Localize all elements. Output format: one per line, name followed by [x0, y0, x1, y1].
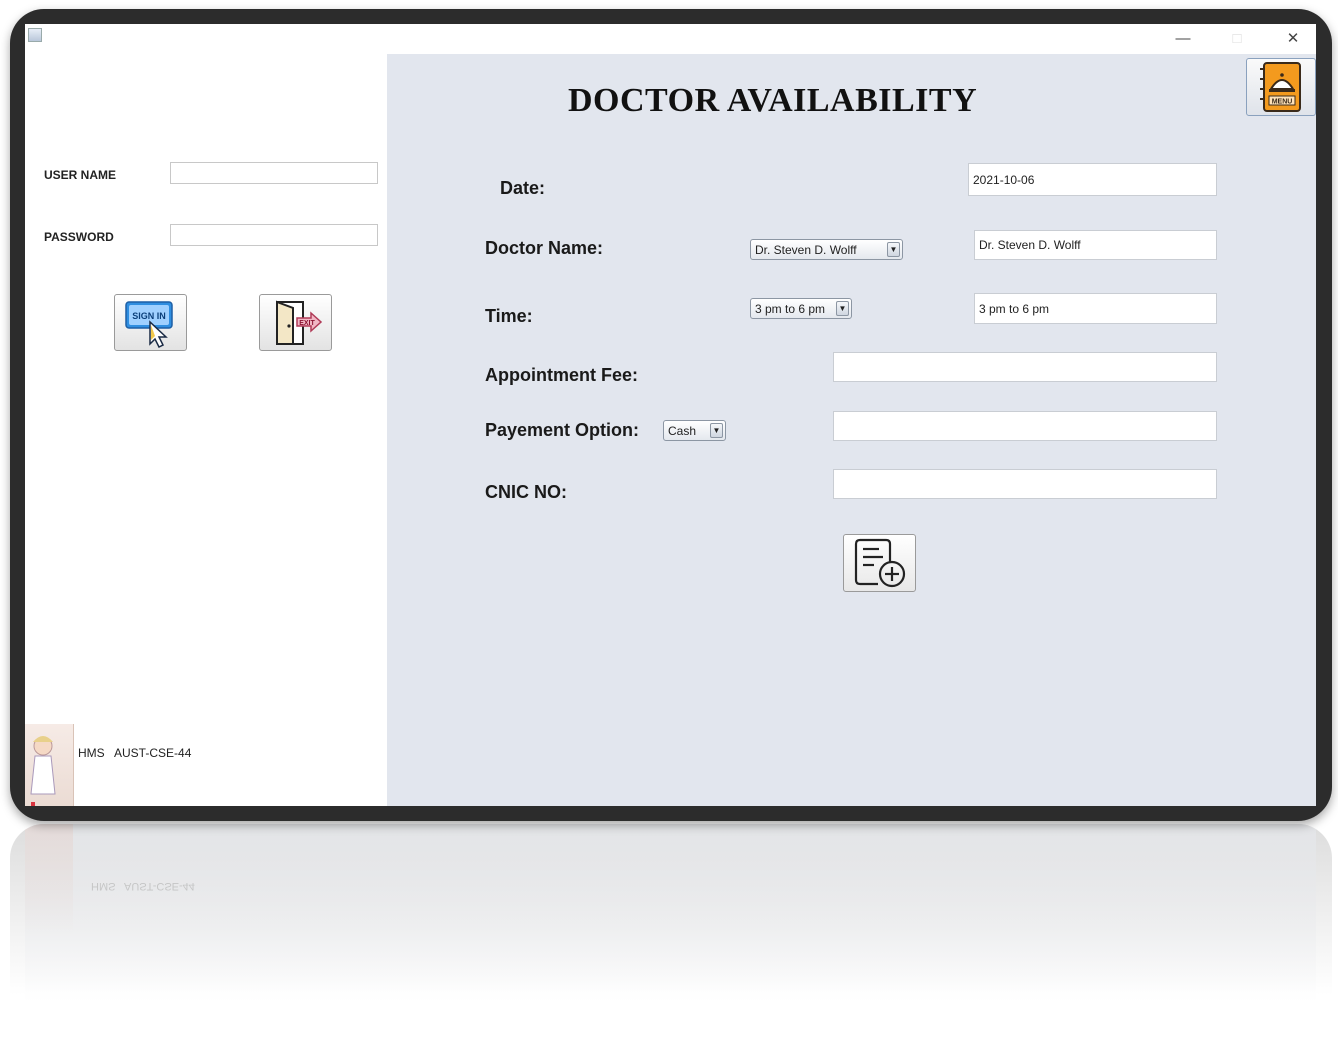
login-panel: USER NAME PASSWORD SIGN IN EXIT HMS AUST…: [25, 54, 387, 806]
close-button[interactable]: ✕: [1270, 24, 1316, 52]
minimize-button[interactable]: —: [1160, 24, 1206, 52]
reflection-screen: HMS AUST-CSE-44: [25, 824, 1316, 1024]
nurse-logo-image: [25, 724, 74, 806]
screen-reflection: HMS AUST-CSE-44: [10, 824, 1332, 1038]
doctor-name-dropdown[interactable]: Dr. Steven D. Wolff ▼: [750, 239, 903, 260]
password-label: PASSWORD: [44, 230, 114, 244]
doctor-name-field[interactable]: Dr. Steven D. Wolff: [974, 230, 1217, 260]
username-input[interactable]: [170, 162, 378, 184]
chevron-down-icon: ▼: [710, 423, 723, 438]
time-label: Time:: [485, 306, 533, 326]
time-value: 3 pm to 6 pm: [979, 301, 1050, 316]
chevron-down-icon: ▼: [836, 301, 849, 316]
add-appointment-button[interactable]: [843, 534, 916, 592]
exit-button[interactable]: EXIT: [259, 294, 332, 351]
cnic-field[interactable]: [833, 469, 1217, 499]
sign-in-button[interactable]: SIGN IN: [114, 294, 187, 351]
menu-text: MENU: [1272, 99, 1293, 106]
username-label: USER NAME: [44, 168, 117, 182]
date-field[interactable]: 2021-10-06: [968, 163, 1217, 196]
doctor-availability-panel: DOCTOR AVAILABILITY MENU Date: 2021-10-0…: [387, 54, 1316, 806]
doctor-name-value: Dr. Steven D. Wolff: [979, 238, 1081, 252]
reflection-image: [25, 824, 73, 934]
payment-option-dropdown[interactable]: Cash ▼: [663, 420, 726, 441]
doctor-name-label: Doctor Name:: [485, 238, 604, 258]
doctor-name-selected: Dr. Steven D. Wolff: [755, 242, 857, 257]
menu-button[interactable]: MENU: [1246, 58, 1316, 116]
exit-text: EXIT: [299, 320, 315, 327]
appointment-fee-field[interactable]: [833, 352, 1217, 382]
maximize-button[interactable]: □: [1214, 24, 1260, 52]
minimize-icon: —: [1175, 29, 1191, 47]
page-title: DOCTOR AVAILABILITY: [568, 82, 978, 119]
app-icon: [28, 28, 42, 42]
sign-in-text: SIGN IN: [132, 311, 166, 321]
cnic-label: CNIC NO:: [485, 482, 567, 502]
footer-label: HMS AUST-CSE-44: [78, 746, 192, 760]
time-dropdown[interactable]: 3 pm to 6 pm ▼: [750, 298, 852, 319]
menu-bell-book-icon: MENU: [1260, 62, 1301, 112]
password-input[interactable]: [170, 224, 378, 246]
close-icon: ✕: [1286, 30, 1300, 47]
date-value: 2021-10-06: [973, 172, 1035, 187]
date-label: Date:: [500, 178, 546, 198]
exit-door-icon: EXIT: [275, 300, 322, 345]
maximize-icon: □: [1232, 29, 1242, 47]
app-window: — □ ✕ USER NAME PASSWORD SIGN IN EXIT HM…: [25, 24, 1316, 806]
payment-option-field[interactable]: [833, 411, 1217, 441]
payment-option-selected: Cash: [668, 423, 697, 438]
time-field[interactable]: 3 pm to 6 pm: [974, 293, 1217, 324]
reflection-label: HMS AUST-CSE-44: [91, 880, 195, 892]
time-selected: 3 pm to 6 pm: [755, 301, 826, 316]
add-document-icon: [854, 538, 905, 588]
payment-option-label: Payement Option:: [485, 420, 640, 440]
chevron-down-icon: ▼: [887, 242, 900, 257]
appointment-fee-label: Appointment Fee:: [485, 365, 638, 385]
sign-in-cursor-icon: SIGN IN: [124, 300, 173, 348]
